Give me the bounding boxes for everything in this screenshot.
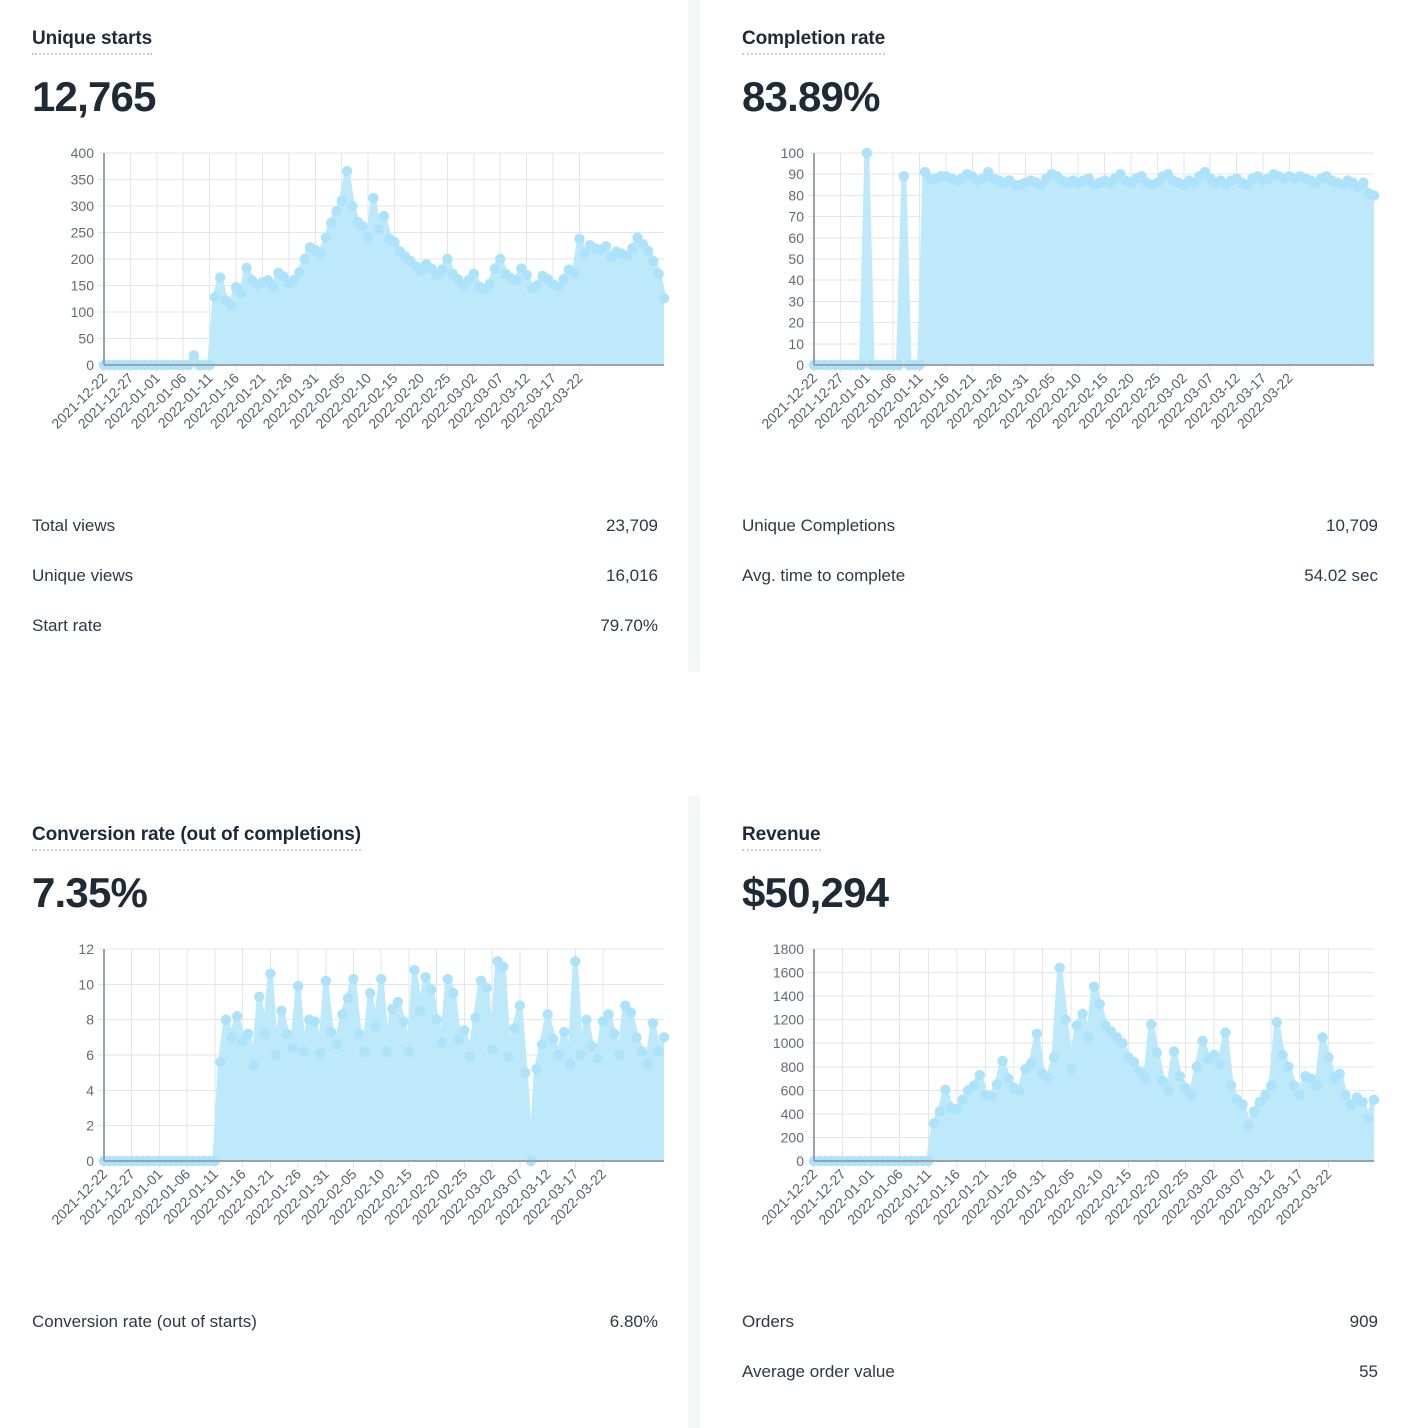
svg-text:10: 10 xyxy=(788,336,804,352)
chart-conversion-rate[interactable]: 0 2 4 6 8 10 12 2021-12-22 2021-12-27 2022-01-01 2… xyxy=(32,939,670,1279)
row-gap-divider xyxy=(688,672,700,796)
svg-text:50: 50 xyxy=(78,330,94,346)
stat-label: Conversion rate (out of starts) xyxy=(32,1311,257,1331)
svg-text:70: 70 xyxy=(788,208,804,224)
svg-text:0: 0 xyxy=(86,1153,94,1169)
stat-row: Average order value 55 xyxy=(742,1347,1378,1397)
svg-text:1000: 1000 xyxy=(773,1035,804,1051)
stat-label: Average order value xyxy=(742,1361,895,1381)
chart-unique-starts[interactable]: 0 50 100 150 200 250 300 350 400 2021-12-22 2021-1… xyxy=(32,143,670,483)
svg-text:50: 50 xyxy=(788,251,804,267)
svg-text:8: 8 xyxy=(86,1012,94,1028)
svg-text:2: 2 xyxy=(86,1118,94,1134)
svg-text:200: 200 xyxy=(71,251,95,267)
analytics-dashboard: Unique starts 12,765 0 50 100 150 200 250 300 3… xyxy=(0,0,1410,1428)
stat-row: Start rate 79.70% xyxy=(32,601,658,651)
svg-text:1800: 1800 xyxy=(773,941,804,957)
panel-value-unique-starts: 12,765 xyxy=(32,72,156,120)
stat-label: Unique views xyxy=(32,565,134,585)
svg-text:600: 600 xyxy=(781,1082,805,1098)
row-gap-left xyxy=(0,672,688,796)
stat-value: 55 xyxy=(1359,1361,1378,1381)
panel-title-conversion-rate: Conversion rate (out of completions) xyxy=(32,796,361,851)
svg-text:4: 4 xyxy=(86,1082,94,1098)
svg-text:20: 20 xyxy=(788,314,804,330)
stat-row: Orders 909 xyxy=(742,1297,1378,1347)
stat-value: 6.80% xyxy=(609,1311,658,1331)
svg-text:150: 150 xyxy=(71,277,95,293)
stat-value: 10,709 xyxy=(1326,515,1378,535)
stat-label: Total views xyxy=(32,515,116,535)
svg-text:400: 400 xyxy=(71,145,95,161)
panel-completion-rate: Completion rate 83.89% 0 10 20 30 40 50 60 70 80… xyxy=(700,0,1410,672)
svg-text:80: 80 xyxy=(788,187,804,203)
panel-title-unique-starts: Unique starts xyxy=(32,0,152,55)
panel-unique-starts: Unique starts 12,765 0 50 100 150 200 250 300 3… xyxy=(0,0,688,672)
svg-text:40: 40 xyxy=(788,272,804,288)
stat-value: 16,016 xyxy=(606,565,658,585)
svg-text:350: 350 xyxy=(71,171,95,187)
stats-revenue: Orders 909 Average order value 55 xyxy=(742,1297,1378,1397)
stat-row: Unique Completions 10,709 xyxy=(742,501,1378,551)
chart-svg-completion-rate: 01020304050607080901002021-12-222021-12-… xyxy=(758,145,1380,432)
stat-label: Unique Completions xyxy=(742,515,896,535)
svg-text:60: 60 xyxy=(788,230,804,246)
svg-text:90: 90 xyxy=(788,166,804,182)
svg-text:250: 250 xyxy=(71,224,95,240)
svg-text:0: 0 xyxy=(796,1153,804,1169)
svg-text:10: 10 xyxy=(78,976,94,992)
chart-revenue[interactable]: 0 200 400 600 800 1000 1200 1400 1600 1800 2021-12… xyxy=(742,939,1380,1279)
panel-revenue: Revenue $50,294 0 200 400 600 800 1000 1200 140… xyxy=(700,796,1410,1428)
stat-value: 23,709 xyxy=(606,515,658,535)
chart-svg-unique-starts: 0501001502002503003504002021-12-222021-1… xyxy=(48,145,670,432)
svg-text:100: 100 xyxy=(781,145,805,161)
stat-row: Unique views 16,016 xyxy=(32,551,658,601)
chart-svg-revenue: 0200400600800100012001400160018002021-12… xyxy=(758,941,1380,1228)
svg-text:6: 6 xyxy=(86,1047,94,1063)
stat-value: 54.02 sec xyxy=(1304,565,1378,585)
svg-text:400: 400 xyxy=(781,1106,805,1122)
svg-text:0: 0 xyxy=(86,357,94,373)
svg-text:1200: 1200 xyxy=(773,1012,804,1028)
panel-value-completion-rate: 83.89% xyxy=(742,72,880,120)
svg-text:800: 800 xyxy=(781,1059,805,1075)
stat-row: Total views 23,709 xyxy=(32,501,658,551)
stat-value: 909 xyxy=(1349,1311,1378,1331)
panel-value-revenue: $50,294 xyxy=(742,868,889,916)
stat-row: Conversion rate (out of starts) 6.80% xyxy=(32,1297,658,1347)
panel-divider-top xyxy=(688,0,700,672)
svg-text:200: 200 xyxy=(781,1129,805,1145)
stat-value: 79.70% xyxy=(600,616,658,636)
stat-label: Start rate xyxy=(32,616,102,636)
panel-title-completion-rate: Completion rate xyxy=(742,0,885,55)
chart-completion-rate[interactable]: 0 10 20 30 40 50 60 70 80 90 100 2021-12-22 2021-12-… xyxy=(742,143,1380,483)
svg-text:0: 0 xyxy=(796,357,804,373)
svg-text:1400: 1400 xyxy=(773,988,804,1004)
chart-svg-conversion-rate: 0246810122021-12-222021-12-272022-01-012… xyxy=(48,941,670,1228)
row-gap-right xyxy=(700,672,1410,796)
svg-text:300: 300 xyxy=(71,198,95,214)
svg-text:100: 100 xyxy=(71,304,95,320)
stat-label: Avg. time to complete xyxy=(742,565,906,585)
panel-conversion-rate: Conversion rate (out of completions) 7.3… xyxy=(0,796,688,1428)
stats-unique-starts: Total views 23,709 Unique views 16,016 S… xyxy=(32,501,658,651)
panel-title-revenue: Revenue xyxy=(742,796,821,851)
stats-conversion-rate: Conversion rate (out of starts) 6.80% xyxy=(32,1297,658,1347)
stats-completion-rate: Unique Completions 10,709 Avg. time to c… xyxy=(742,501,1378,601)
svg-text:1600: 1600 xyxy=(773,964,804,980)
stat-row: Avg. time to complete 54.02 sec xyxy=(742,551,1378,601)
panel-value-conversion-rate: 7.35% xyxy=(32,868,148,916)
svg-text:12: 12 xyxy=(78,941,94,957)
svg-text:30: 30 xyxy=(788,293,804,309)
stat-label: Orders xyxy=(742,1311,794,1331)
panel-divider-bottom xyxy=(688,796,700,1428)
